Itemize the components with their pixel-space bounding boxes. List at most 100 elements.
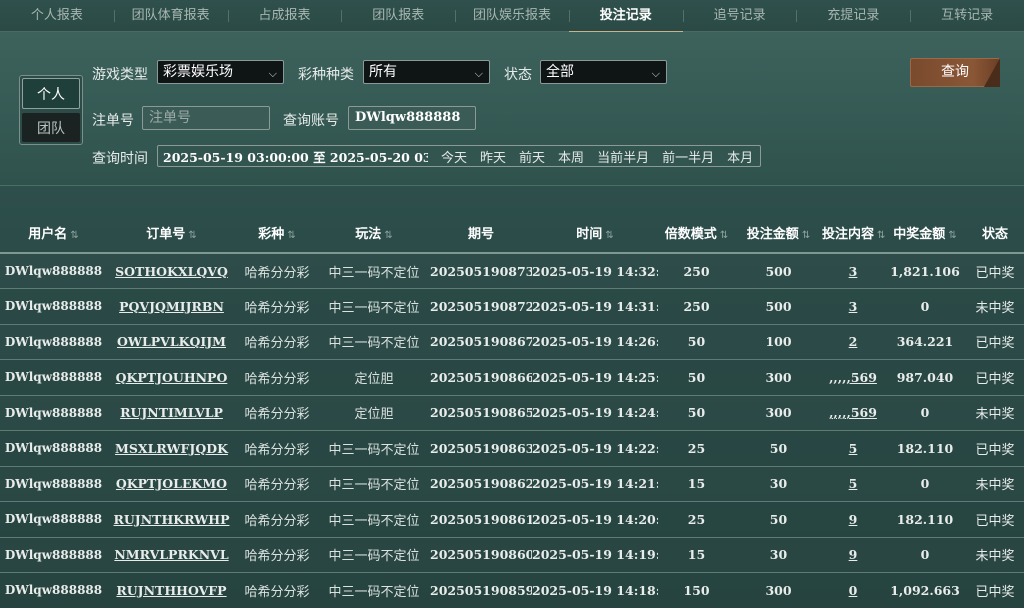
order-number-link[interactable]: RUJNTIMLVLP bbox=[120, 405, 223, 420]
sort-icon[interactable]: ⇅ bbox=[948, 230, 956, 241]
quick-current-half-month[interactable]: 当前半月 bbox=[597, 147, 649, 166]
bet-content-link[interactable]: 5 bbox=[849, 441, 858, 456]
tab-team-sports-report[interactable]: 团队体育报表 bbox=[113, 0, 228, 32]
sort-icon[interactable]: ⇅ bbox=[188, 230, 196, 241]
cell-lottery: 哈希分分彩 bbox=[236, 430, 318, 467]
cell-issue: 202505190861 bbox=[430, 501, 532, 538]
bet-content-link[interactable]: 0 bbox=[849, 583, 858, 598]
quick-today[interactable]: 今天 bbox=[441, 147, 467, 166]
cell-username: DWlqw888888 bbox=[0, 572, 107, 608]
cell-lottery: 哈希分分彩 bbox=[236, 466, 318, 502]
header-bet-amount[interactable]: 投注金额 ⇅ bbox=[735, 213, 822, 254]
bet-content-link[interactable]: 5 bbox=[849, 476, 858, 491]
cell-time: 2025-05-19 14:18:48 bbox=[532, 572, 658, 608]
order-number-link[interactable]: RUJNTHKRWHP bbox=[114, 512, 230, 527]
cell-lottery: 哈希分分彩 bbox=[236, 395, 318, 431]
bet-content-link[interactable]: ,,,,,569 bbox=[829, 370, 877, 385]
order-number-link[interactable]: MSXLRWFJQDK bbox=[115, 441, 228, 456]
quick-this-week[interactable]: 本周 bbox=[558, 147, 584, 166]
header-bet-content[interactable]: 投注内容 ⇅ bbox=[822, 213, 885, 254]
cell-time: 2025-05-19 14:32:19 bbox=[532, 253, 658, 289]
sort-icon[interactable]: ⇅ bbox=[70, 230, 78, 241]
cell-time: 2025-05-19 14:24:20 bbox=[532, 395, 658, 431]
quick-day-before-yesterday[interactable]: 前天 bbox=[519, 147, 545, 166]
cell-issue: 202505190873 bbox=[430, 253, 532, 289]
scope-team-button[interactable]: 团队 bbox=[22, 113, 80, 142]
header-play-type[interactable]: 玩法 ⇅ bbox=[318, 213, 430, 254]
sort-icon[interactable]: ⇅ bbox=[720, 230, 728, 241]
order-number-link[interactable]: PQVJQMIJRBN bbox=[119, 299, 224, 314]
cell-play-type: 中三一码不定位 bbox=[318, 324, 430, 360]
cell-status: 已中奖 bbox=[966, 359, 1024, 396]
tab-transfer-records[interactable]: 互转记录 bbox=[910, 0, 1024, 32]
lottery-type-value: 所有 bbox=[369, 64, 397, 80]
cell-multiple: 15 bbox=[658, 537, 735, 573]
order-number-input[interactable]: 注单号 bbox=[142, 106, 270, 130]
cell-bet-amount: 50 bbox=[735, 501, 822, 538]
cell-username: DWlqw888888 bbox=[0, 359, 107, 396]
quick-previous-half-month[interactable]: 前一半月 bbox=[662, 147, 714, 166]
cell-status: 已中奖 bbox=[966, 253, 1024, 289]
game-type-select[interactable]: 彩票娱乐场 ⌵ bbox=[157, 60, 284, 84]
cell-order-number: PQVJQMIJRBN bbox=[107, 288, 236, 325]
lottery-type-select[interactable]: 所有 ⌵ bbox=[363, 60, 490, 84]
sort-icon[interactable]: ⇅ bbox=[877, 230, 885, 241]
bet-content-link[interactable]: 3 bbox=[849, 264, 858, 279]
header-label: 状态 bbox=[981, 227, 1008, 242]
quick-yesterday[interactable]: 昨天 bbox=[480, 147, 506, 166]
table-row: DWlqw888888 OWLPVLKQIJM 哈希分分彩 中三一码不定位 202505… bbox=[0, 324, 1024, 360]
sort-icon[interactable]: ⇅ bbox=[605, 230, 613, 241]
cell-bet-content: 3 bbox=[822, 288, 884, 325]
cell-status: 已中奖 bbox=[966, 324, 1024, 360]
bet-content-link[interactable]: 9 bbox=[849, 512, 858, 527]
header-prize-amount[interactable]: 中奖金额 ⇅ bbox=[884, 213, 966, 254]
cell-time: 2025-05-19 14:25:18 bbox=[532, 359, 658, 396]
header-lottery[interactable]: 彩种 ⇅ bbox=[236, 213, 318, 254]
tab-team-entertainment-report[interactable]: 团队娱乐报表 bbox=[455, 0, 569, 32]
tab-share-report[interactable]: 占成报表 bbox=[227, 0, 342, 32]
game-type-label: 游戏类型 bbox=[92, 67, 148, 83]
query-button[interactable]: 查询 bbox=[910, 58, 1000, 87]
order-number-link[interactable]: QKPTJOUHNPO bbox=[116, 370, 228, 385]
cell-prize-amount: 364.221 bbox=[884, 324, 966, 360]
sort-icon[interactable]: ⇅ bbox=[287, 230, 295, 241]
cell-lottery: 哈希分分彩 bbox=[236, 572, 318, 608]
tab-bet-records[interactable]: 投注记录 bbox=[568, 0, 683, 33]
quick-this-month[interactable]: 本月 bbox=[727, 147, 753, 166]
order-number-link[interactable]: OWLPVLKQIJM bbox=[117, 334, 226, 349]
header-time[interactable]: 时间 ⇅ bbox=[532, 213, 658, 254]
sort-icon[interactable]: ⇅ bbox=[384, 230, 392, 241]
cell-username: DWlqw888888 bbox=[0, 395, 107, 431]
cell-prize-amount: 0 bbox=[884, 288, 966, 325]
header-username[interactable]: 用户名 ⇅ bbox=[0, 213, 107, 254]
bet-content-link[interactable]: ,,,,,569 bbox=[829, 405, 877, 420]
cell-multiple: 25 bbox=[658, 430, 735, 467]
tab-personal-report[interactable]: 个人报表 bbox=[0, 0, 114, 32]
date-range-input[interactable]: 2025-05-19 03:00:00 至 2025-05-20 03:00:0… bbox=[158, 147, 428, 166]
cell-lottery: 哈希分分彩 bbox=[236, 253, 318, 289]
bet-content-link[interactable]: 9 bbox=[849, 547, 858, 562]
header-multiple-mode[interactable]: 倍数模式 ⇅ bbox=[658, 213, 735, 254]
sort-icon[interactable]: ⇅ bbox=[802, 230, 810, 241]
account-input[interactable]: DWlqw888888 bbox=[348, 106, 476, 130]
order-number-link[interactable]: SOTHOKXLQVQ bbox=[115, 264, 228, 279]
lottery-type-label: 彩种种类 bbox=[298, 67, 354, 83]
header-label: 订单号 bbox=[146, 227, 186, 242]
cell-username: DWlqw888888 bbox=[0, 537, 107, 573]
header-order-number[interactable]: 订单号 ⇅ bbox=[107, 213, 236, 254]
bet-content-link[interactable]: 3 bbox=[849, 299, 858, 314]
tab-chase-records[interactable]: 追号记录 bbox=[682, 0, 797, 32]
bet-content-link[interactable]: 2 bbox=[849, 334, 858, 349]
cell-bet-amount: 50 bbox=[735, 430, 822, 467]
tab-deposit-withdraw-records[interactable]: 充提记录 bbox=[796, 0, 910, 32]
order-number-link[interactable]: RUJNTHHOVFP bbox=[116, 583, 226, 598]
cell-time: 2025-05-19 14:19:43 bbox=[532, 537, 658, 573]
order-number-link[interactable]: NMRVLPRKNVL bbox=[114, 547, 228, 562]
status-select[interactable]: 全部 ⌵ bbox=[540, 60, 667, 84]
tab-team-report[interactable]: 团队报表 bbox=[341, 0, 455, 32]
cell-username: DWlqw888888 bbox=[0, 430, 107, 467]
order-number-link[interactable]: QKPTJOLEKMO bbox=[116, 476, 227, 491]
scope-personal-button[interactable]: 个人 bbox=[22, 78, 80, 109]
cell-order-number: RUJNTHKRWHP bbox=[107, 501, 236, 538]
cell-bet-amount: 300 bbox=[735, 359, 822, 396]
